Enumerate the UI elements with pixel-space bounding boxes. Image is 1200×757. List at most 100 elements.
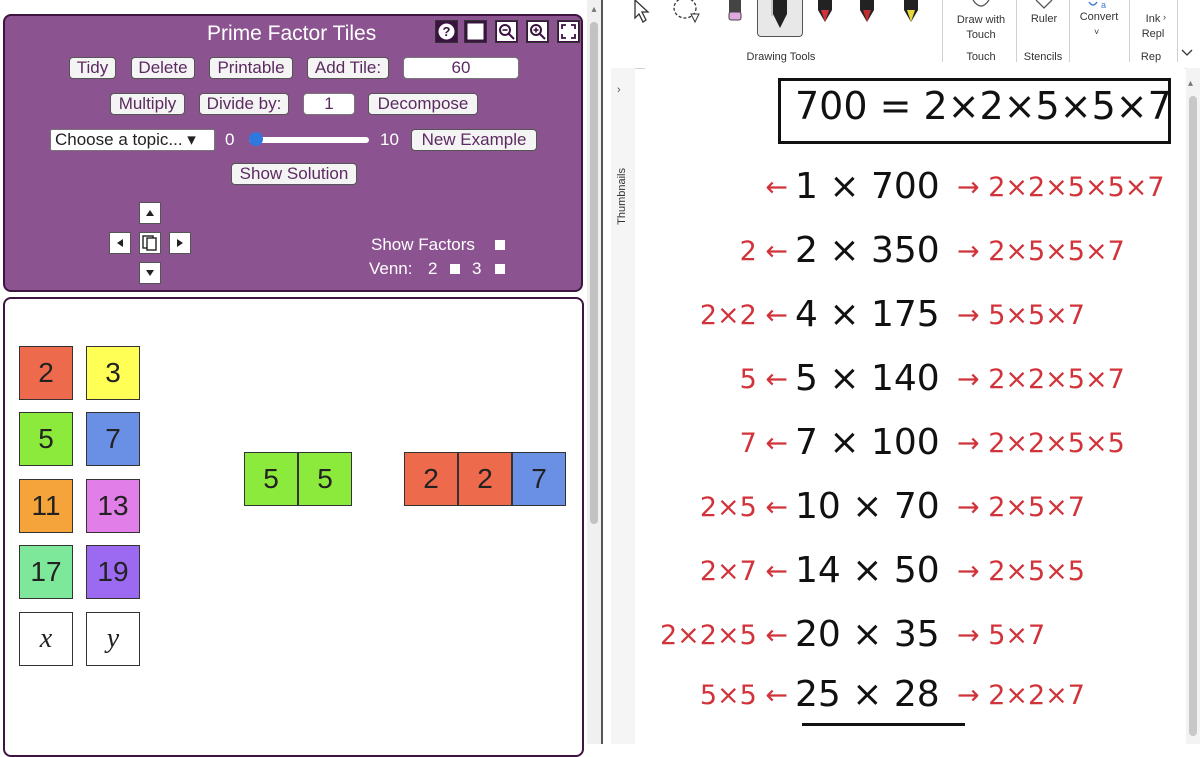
convert-dropdown-icon[interactable]: ˅ [1094, 27, 1099, 37]
left-scrollbar-thumb[interactable] [590, 22, 598, 524]
row-left-factors: 7 ← [739, 428, 788, 459]
tidy-button[interactable]: Tidy [69, 57, 116, 79]
palette-tile-7[interactable]: 7 [86, 412, 140, 466]
group-a-tile-0[interactable]: 5 [244, 452, 298, 506]
multiply-button[interactable]: Multiply [110, 93, 185, 115]
right-scrollbar[interactable]: ▴ [1186, 68, 1200, 744]
move-right-button[interactable] [169, 232, 191, 254]
draw-with-touch-icon [972, 0, 990, 7]
red-pen-icon[interactable] [811, 0, 839, 24]
row-factor-pair: 20 × 35 [795, 614, 940, 655]
row-factor-pair: 10 × 70 [795, 486, 940, 527]
ruler-button[interactable]: Ruler [1019, 13, 1069, 25]
app-title: Prime Factor Tiles [207, 22, 377, 45]
palette-tile-13[interactable]: 13 [86, 479, 140, 533]
thumbnails-pane[interactable]: › Thumbnails [611, 68, 635, 744]
copy-button[interactable] [139, 232, 161, 254]
venn-label: Venn: [369, 259, 413, 278]
replay-group-label: Rep [1140, 51, 1162, 63]
underline-mark [802, 723, 965, 726]
zoom-out-icon[interactable] [495, 20, 518, 43]
scroll-up-icon[interactable]: ▴ [1188, 78, 1193, 89]
dark-pen-icon[interactable] [853, 0, 881, 24]
row-remaining-factors: → 2×2×5×5 [957, 428, 1125, 459]
tile-canvas[interactable]: 2 3 5 7 11 13 17 19 x y 55227 [3, 297, 584, 757]
touch-group-label: Touch [966, 51, 996, 63]
row-remaining-factors: → 2×2×5×5×7 [957, 172, 1165, 203]
eraser-pen-icon[interactable] [725, 0, 745, 24]
venn-2-label: 2 [428, 259, 438, 278]
delete-button[interactable]: Delete [131, 57, 195, 79]
venn-3-label: 3 [472, 259, 482, 278]
expand-thumbnails-icon[interactable]: › [617, 84, 621, 96]
palette-tile-19[interactable]: 19 [86, 545, 140, 599]
show-factors-checkbox[interactable] [495, 240, 505, 250]
arrow-up-icon [146, 210, 154, 216]
ruler-icon [1035, 0, 1053, 9]
row-left-factors: 5 ← [739, 364, 788, 395]
highlighter-icon[interactable] [897, 0, 925, 24]
new-example-button[interactable]: New Example [411, 129, 537, 151]
venn-2-checkbox[interactable] [450, 264, 460, 274]
arrow-right-icon [177, 239, 183, 247]
row-remaining-factors: → 2×5×7 [957, 492, 1085, 523]
example-slider-track[interactable] [249, 137, 369, 143]
row-remaining-factors: → 2×5×5 [957, 556, 1085, 587]
decompose-button[interactable]: Decompose [368, 93, 478, 115]
palette-tile-2[interactable]: 2 [19, 346, 73, 400]
palette-tile-11[interactable]: 11 [19, 479, 73, 533]
slider-min-label: 0 [225, 130, 235, 149]
add-tile-button[interactable]: Add Tile: [307, 57, 389, 79]
show-solution-button[interactable]: Show Solution [231, 163, 357, 185]
row-remaining-factors: → 5×5×7 [957, 300, 1085, 331]
move-up-button[interactable] [139, 202, 161, 224]
ink-replay-button[interactable]: Ink Repl [1133, 12, 1173, 42]
thumbnails-label: Thumbnails [616, 168, 628, 225]
fullscreen-icon[interactable] [557, 20, 580, 43]
chevron-right-icon[interactable]: › [1163, 12, 1166, 22]
left-scrollbar[interactable]: ▴ [587, 0, 601, 744]
divide-by-button[interactable]: Divide by: [199, 93, 289, 115]
scroll-up-icon[interactable]: ▴ [589, 4, 599, 18]
convert-icon: a [1088, 0, 1106, 10]
palette-tile-5[interactable]: 5 [19, 412, 73, 466]
window-divider [601, 0, 603, 744]
draw-with-touch-button[interactable]: Draw with Touch [948, 13, 1014, 43]
arrow-down-icon [146, 270, 154, 276]
black-pen-selected[interactable] [757, 0, 803, 37]
printable-button[interactable]: Printable [209, 57, 293, 79]
group-a-tile-1[interactable]: 5 [298, 452, 352, 506]
row-left-factors: 2×7 ← [699, 556, 788, 587]
row-left-factors: 2×5 ← [699, 492, 788, 523]
move-down-button[interactable] [139, 262, 161, 284]
venn-3-checkbox[interactable] [495, 264, 505, 274]
topic-select[interactable]: Choose a topic... ▾ [50, 129, 215, 151]
svg-text:a: a [1101, 0, 1106, 10]
palette-tile-x[interactable]: x [19, 612, 73, 666]
group-b-tile-0[interactable]: 2 [404, 452, 458, 506]
row-factor-pair: 7 × 100 [795, 422, 940, 463]
group-b-tile-2[interactable]: 7 [512, 452, 566, 506]
group-b-tile-1[interactable]: 2 [458, 452, 512, 506]
zoom-in-icon[interactable] [526, 20, 549, 43]
header-equation: 700 = 2×2×5×5×7 [795, 84, 1172, 128]
svg-text:?: ? [443, 24, 451, 39]
help-icon[interactable]: ? [435, 20, 458, 43]
add-tile-input[interactable]: 60 [403, 57, 519, 79]
convert-button[interactable]: Convert [1073, 11, 1125, 23]
whiteboard-icon[interactable] [464, 20, 487, 43]
move-left-button[interactable] [109, 232, 131, 254]
black-pen-icon [771, 0, 787, 28]
palette-tile-3[interactable]: 3 [86, 346, 140, 400]
ribbon: Drawing Tools Draw with Touch Touch Rule… [611, 0, 1200, 69]
note-canvas[interactable]: 700 = 2×2×5×5×7 ← 1 × 700 → 2×2×5×5×7 2 ← 2 … [645, 68, 1185, 744]
right-scrollbar-thumb[interactable] [1189, 96, 1197, 736]
palette-tile-y[interactable]: y [86, 612, 140, 666]
select-cursor-icon[interactable] [627, 0, 657, 24]
row-left-factors: 5×5 ← [699, 680, 788, 711]
collapse-ribbon-icon[interactable] [1180, 48, 1194, 58]
lasso-select-icon[interactable] [669, 0, 707, 24]
example-slider-thumb[interactable] [249, 132, 263, 146]
palette-tile-17[interactable]: 17 [19, 545, 73, 599]
divide-by-input[interactable]: 1 [303, 93, 355, 115]
